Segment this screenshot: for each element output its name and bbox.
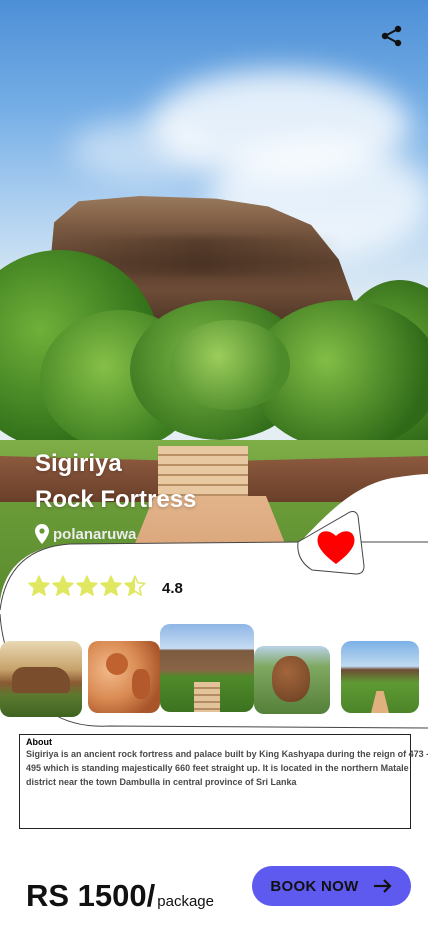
location-pin-icon xyxy=(35,524,49,544)
about-description: Sigiriya is an ancient rock fortress and… xyxy=(26,749,428,787)
star-full-icon xyxy=(28,575,50,601)
price-amount: RS 1500/ xyxy=(26,878,156,913)
heart-icon xyxy=(297,511,365,575)
rating-value: 4.8 xyxy=(162,579,183,597)
page-title: Sigiriya Rock Fortress xyxy=(35,446,295,518)
star-half-icon xyxy=(124,575,146,601)
arrow-right-icon xyxy=(373,879,392,893)
star-full-icon xyxy=(52,575,74,601)
title-line-2: Rock Fortress xyxy=(35,486,197,513)
gallery-photo-rock-sunset[interactable] xyxy=(0,641,82,717)
price-unit: package xyxy=(157,893,214,910)
star-full-icon xyxy=(76,575,98,601)
location-label: polanaruwa xyxy=(53,525,137,543)
title-line-1: Sigiriya xyxy=(35,450,122,477)
about-section: About Sigiriya is an ancient rock fortre… xyxy=(19,734,428,829)
gallery-photo-rock-steps[interactable] xyxy=(160,624,254,712)
book-now-label: BOOK NOW xyxy=(270,877,359,895)
share-icon xyxy=(381,25,402,47)
rating-stars xyxy=(28,575,146,601)
gallery-photo-aerial[interactable] xyxy=(254,646,330,714)
star-full-icon xyxy=(100,575,122,601)
gallery-photo-garden[interactable] xyxy=(341,641,419,713)
favorite-button[interactable] xyxy=(294,504,366,580)
rating: 4.8 xyxy=(28,575,183,601)
cloud xyxy=(70,120,210,180)
gallery-photo-fresco[interactable] xyxy=(88,641,160,713)
about-heading: About xyxy=(26,737,52,747)
tree xyxy=(170,320,290,410)
price: RS 1500/ package xyxy=(26,878,214,914)
share-button[interactable] xyxy=(378,22,406,50)
location-row: polanaruwa xyxy=(35,524,136,544)
book-now-button[interactable]: BOOK NOW xyxy=(252,866,411,906)
photo-gallery[interactable] xyxy=(0,624,428,720)
